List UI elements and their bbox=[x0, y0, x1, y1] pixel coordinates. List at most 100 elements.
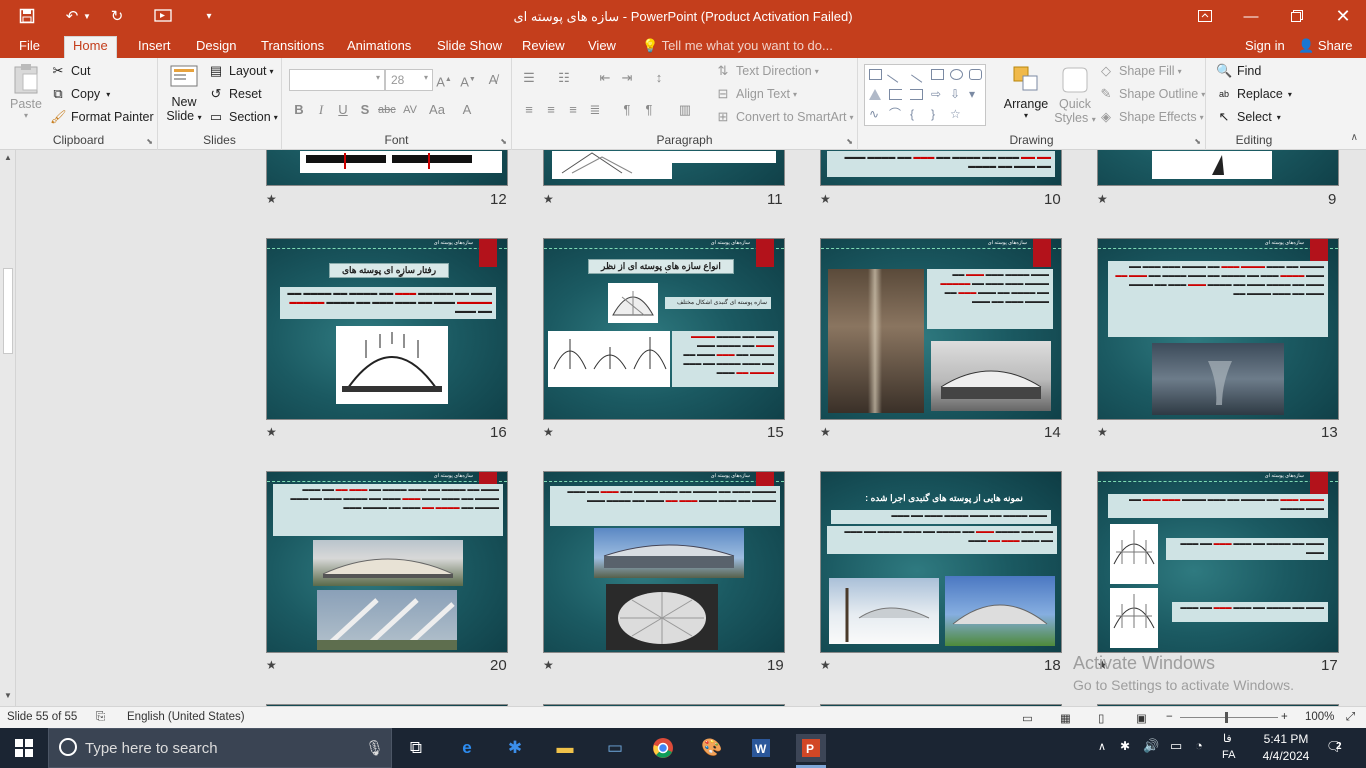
tab-review[interactable]: Review bbox=[522, 37, 565, 58]
elbow-connector-shape-icon[interactable] bbox=[889, 89, 902, 100]
align-left-icon[interactable]: ≡ bbox=[521, 102, 537, 118]
copy-button[interactable]: ⧉ Copy ▾ bbox=[50, 87, 110, 102]
scroll-thumb[interactable] bbox=[3, 268, 13, 354]
slide-thumbnail[interactable] bbox=[1097, 150, 1339, 186]
scroll-down-icon[interactable]: ▼ bbox=[4, 691, 12, 700]
computer-icon[interactable]: ▭ bbox=[600, 734, 630, 762]
columns-icon[interactable]: ▥ bbox=[677, 102, 693, 118]
slide-sorter-view-icon[interactable]: ▦ bbox=[1060, 711, 1071, 725]
slide-thumbnail[interactable] bbox=[543, 150, 785, 186]
italic-icon[interactable]: I bbox=[313, 102, 329, 118]
align-right-icon[interactable]: ≡ bbox=[565, 102, 581, 118]
slide-thumbnail[interactable]: سازه‌های پوسته ای ▬▬▬ ▬▬ ▬▬▬▬ ▬▬ ▬▬▬ ▬▬▬… bbox=[266, 471, 508, 653]
align-center-icon[interactable]: ≡ bbox=[543, 102, 559, 118]
clipboard-launcher-icon[interactable]: ⬊ bbox=[146, 137, 153, 146]
drawing-launcher-icon[interactable]: ⬊ bbox=[1194, 137, 1201, 146]
strikethrough-icon[interactable]: abc bbox=[378, 102, 396, 118]
ribbon-display-options-icon[interactable] bbox=[1182, 0, 1228, 32]
oval-shape-icon[interactable] bbox=[950, 69, 963, 80]
replace-button[interactable]: ab Replace ▾ bbox=[1216, 87, 1292, 101]
format-painter-button[interactable]: 🖌 Format Painter bbox=[50, 110, 154, 125]
slide-thumbnail[interactable]: سازه‌های پوسته ای انواع سازه های پوسته ا… bbox=[543, 238, 785, 420]
decrease-indent-icon[interactable]: ⇤ bbox=[597, 70, 613, 86]
font-name-combo[interactable]: ▾ bbox=[289, 69, 385, 91]
fit-to-window-icon[interactable]: ⤢ bbox=[1346, 711, 1355, 724]
paint-icon[interactable]: 🎨 bbox=[697, 734, 727, 762]
zoom-slider[interactable] bbox=[1180, 717, 1278, 718]
slide-thumbnail[interactable]: سازه‌های پوسته ای ▬▬▬▬ ▬▬ ▬▬▬ ▬▬▬▬ ▬▬▬ ▬… bbox=[1097, 238, 1339, 420]
change-case-icon[interactable]: Aa bbox=[429, 102, 445, 118]
more-shapes-icon[interactable]: ▾ bbox=[969, 88, 982, 100]
language-indicator-tray[interactable]: FA bbox=[1222, 749, 1235, 761]
star-shape-icon[interactable]: ☆ bbox=[950, 108, 963, 120]
paste-button[interactable]: Paste ▾ bbox=[8, 62, 44, 128]
tell-me-box[interactable]: 💡 Tell me what you want to do... bbox=[642, 37, 833, 58]
bluetooth-icon[interactable]: ✱ bbox=[500, 734, 530, 762]
right-arrow-shape-icon[interactable]: ⇨ bbox=[931, 88, 944, 100]
scroll-up-icon[interactable]: ▲ bbox=[4, 153, 12, 162]
curve-shape-icon[interactable]: ∿ bbox=[869, 108, 882, 120]
arrow-line-shape-icon[interactable] bbox=[911, 66, 928, 83]
task-view-icon[interactable]: ⧉ bbox=[401, 734, 431, 762]
shadow-icon[interactable]: S bbox=[357, 102, 373, 118]
zoom-slider-thumb[interactable] bbox=[1225, 712, 1228, 723]
tab-transitions[interactable]: Transitions bbox=[261, 37, 324, 58]
down-arrow-shape-icon[interactable]: ⇩ bbox=[950, 88, 963, 100]
zoom-in-icon[interactable]: + bbox=[1281, 711, 1288, 723]
sign-in-link[interactable]: Sign in bbox=[1245, 37, 1285, 58]
align-text-button[interactable]: ⊟ Align Text ▾ bbox=[715, 87, 797, 102]
close-button[interactable]: ✕ bbox=[1320, 0, 1366, 32]
ltr-icon[interactable]: ¶ bbox=[619, 102, 635, 118]
quick-styles-button[interactable]: Quick Styles ▾ bbox=[1054, 64, 1096, 140]
increase-indent-icon[interactable]: ⇥ bbox=[619, 70, 635, 86]
restore-button[interactable] bbox=[1274, 0, 1320, 32]
edge-icon[interactable]: e bbox=[452, 734, 482, 762]
slide-thumbnail[interactable]: سازه‌های پوسته ای ▬▬▬ ▬▬▬▬ ▬▬▬ ▬▬▬ ▬▬ ▬▬… bbox=[820, 238, 1062, 420]
show-hidden-icons[interactable]: ∧ bbox=[1098, 740, 1106, 753]
character-spacing-icon[interactable]: AV bbox=[402, 102, 418, 118]
powerpoint-icon[interactable]: P bbox=[796, 734, 826, 762]
font-size-combo[interactable]: 28 ▾ bbox=[385, 69, 433, 91]
taskbar-search[interactable]: Type here to search 🎙 bbox=[48, 728, 392, 768]
justify-icon[interactable]: ≣ bbox=[587, 102, 603, 118]
slide-thumbnail[interactable]: نمونه هایی از پوسته های گنبدی اجرا شده :… bbox=[820, 471, 1062, 653]
slide-show-view-icon[interactable]: ▣ bbox=[1136, 711, 1147, 725]
shape-fill-button[interactable]: ◇ Shape Fill ▾ bbox=[1098, 64, 1182, 79]
select-button[interactable]: ↖ Select ▾ bbox=[1216, 110, 1281, 125]
arc-shape-icon[interactable]: ⌒ bbox=[889, 108, 902, 120]
increase-font-icon[interactable]: A▲ bbox=[436, 72, 452, 89]
clear-formatting-icon[interactable]: A̸ bbox=[485, 72, 501, 88]
convert-smartart-button[interactable]: ⊞ Convert to SmartArt ▾ bbox=[715, 110, 854, 125]
word-icon[interactable]: W bbox=[746, 734, 776, 762]
new-slide-button[interactable]: New Slide ▾ bbox=[164, 62, 204, 132]
line-shape-icon[interactable] bbox=[887, 66, 904, 83]
slide-thumbnail[interactable]: سازه‌های پوسته ای ▬▬▬▬ ▬▬▬ ▬▬ ▬▬▬▬ ▬▬ ▬▬… bbox=[1097, 471, 1339, 653]
zoom-out-icon[interactable]: − bbox=[1166, 711, 1173, 723]
slide-thumbnail[interactable]: ▬▬ ▬▬ ▬▬▬ ▬▬ ▬▬▬▬ ▬▬ ▬▬▬ ▬▬ ▬▬▬▬ ▬▬▬ ▬▬ … bbox=[820, 150, 1062, 186]
paragraph-launcher-icon[interactable]: ⬊ bbox=[846, 137, 853, 146]
text-direction-button[interactable]: ⇅ Text Direction ▾ bbox=[715, 64, 819, 79]
normal-view-icon[interactable]: ▭ bbox=[1022, 711, 1033, 725]
elbow-arrow-shape-icon[interactable] bbox=[910, 89, 923, 100]
minimize-button[interactable]: — bbox=[1228, 0, 1274, 32]
reading-view-icon[interactable]: ▯ bbox=[1098, 711, 1104, 725]
arrange-button[interactable]: Arrange ▾ bbox=[1000, 64, 1052, 140]
font-color-icon[interactable]: A bbox=[459, 102, 475, 118]
bullets-icon[interactable]: ☰ bbox=[521, 70, 537, 86]
tab-animations[interactable]: Animations bbox=[347, 37, 411, 58]
shape-outline-button[interactable]: ✎ Shape Outline ▾ bbox=[1098, 87, 1206, 102]
section-button[interactable]: ▭ Section ▾ bbox=[208, 110, 278, 125]
battery-icon[interactable]: ▭ bbox=[1170, 738, 1182, 754]
clock-date[interactable]: 4/4/2024 bbox=[1256, 749, 1316, 763]
underline-icon[interactable]: U bbox=[335, 102, 351, 118]
close-brace-shape-icon[interactable]: } bbox=[931, 108, 944, 120]
decrease-font-icon[interactable]: A▼ bbox=[460, 72, 476, 89]
chrome-icon[interactable] bbox=[648, 734, 678, 762]
textbox-shape-icon[interactable] bbox=[869, 69, 882, 80]
wifi-icon[interactable]: ◔ bbox=[1195, 738, 1203, 753]
slide-thumbnail[interactable]: سازه‌های پوسته ای ▬▬▬▬ ▬▬▬ ▬▬ ▬▬▬▬ ▬▬ ▬▬… bbox=[543, 471, 785, 653]
slide-thumbnail[interactable]: سازه‌های پوسته ای رفتار سازه ای پوسته ها… bbox=[266, 238, 508, 420]
volume-icon[interactable]: 🔊 bbox=[1143, 738, 1159, 754]
tab-view[interactable]: View bbox=[588, 37, 616, 58]
bold-icon[interactable]: B bbox=[291, 102, 307, 118]
